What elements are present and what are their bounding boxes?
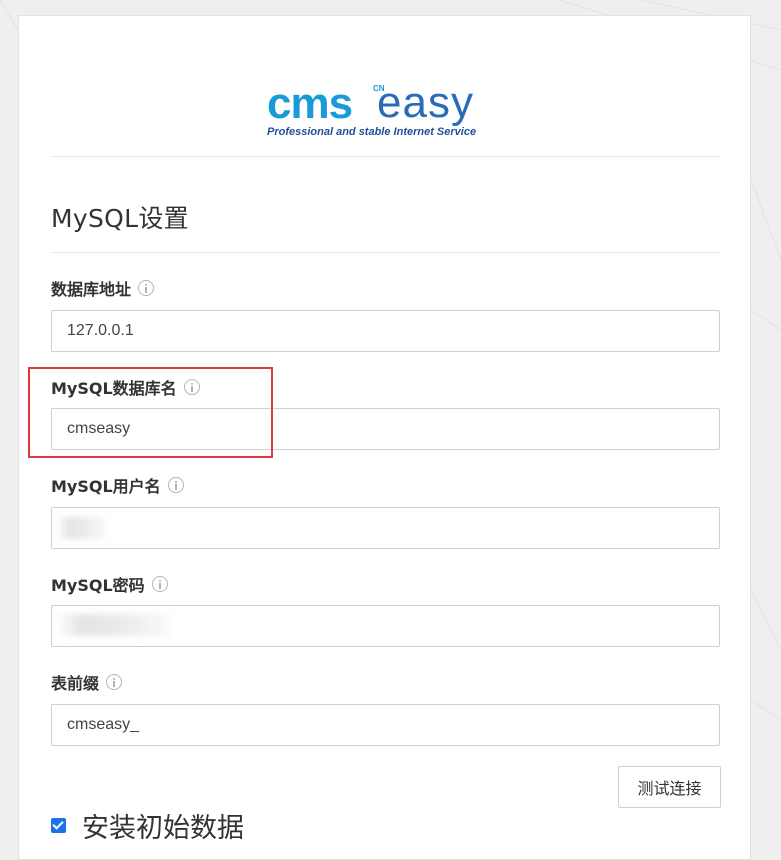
info-icon[interactable] [138,280,155,296]
install-sample-label[interactable]: 安装初始数据 [82,806,244,845]
divider [51,252,721,253]
logo-tagline: Professional and stable Internet Service [267,126,476,138]
info-icon[interactable] [167,477,184,493]
db-host-label-text: 数据库地址 [51,280,132,299]
logo-easy-text: easy [377,78,474,127]
db-password-label-text: MySQL密码 [51,576,145,595]
table-prefix-input[interactable] [51,704,720,746]
redacted-password-blur [59,614,171,636]
table-prefix-label-text: 表前缀 [51,674,100,693]
db-host-label: 数据库地址 [51,276,155,300]
info-icon[interactable] [151,576,168,592]
install-card: cms CN easy Professional and stable Inte… [18,15,751,860]
install-sample-checkbox[interactable] [51,818,66,833]
section-title: MySQL设置 [51,204,189,233]
db-host-input[interactable] [51,310,720,352]
info-icon[interactable] [106,674,123,690]
test-connection-button[interactable]: 测试连接 [618,766,721,808]
cmseasy-logo: cms CN easy Professional and stable Inte… [267,78,476,138]
redacted-username-blur [59,517,107,539]
db-user-label: MySQL用户名 [51,473,184,497]
divider [51,156,721,157]
db-password-label: MySQL密码 [51,572,168,596]
db-user-label-text: MySQL用户名 [51,477,161,496]
table-prefix-label: 表前缀 [51,670,123,694]
logo-cms-text: cms [267,79,352,128]
db-user-input[interactable] [51,507,720,549]
annotation-highlight-box [28,367,273,458]
install-sample-row[interactable]: 安装初始数据 [51,806,244,845]
